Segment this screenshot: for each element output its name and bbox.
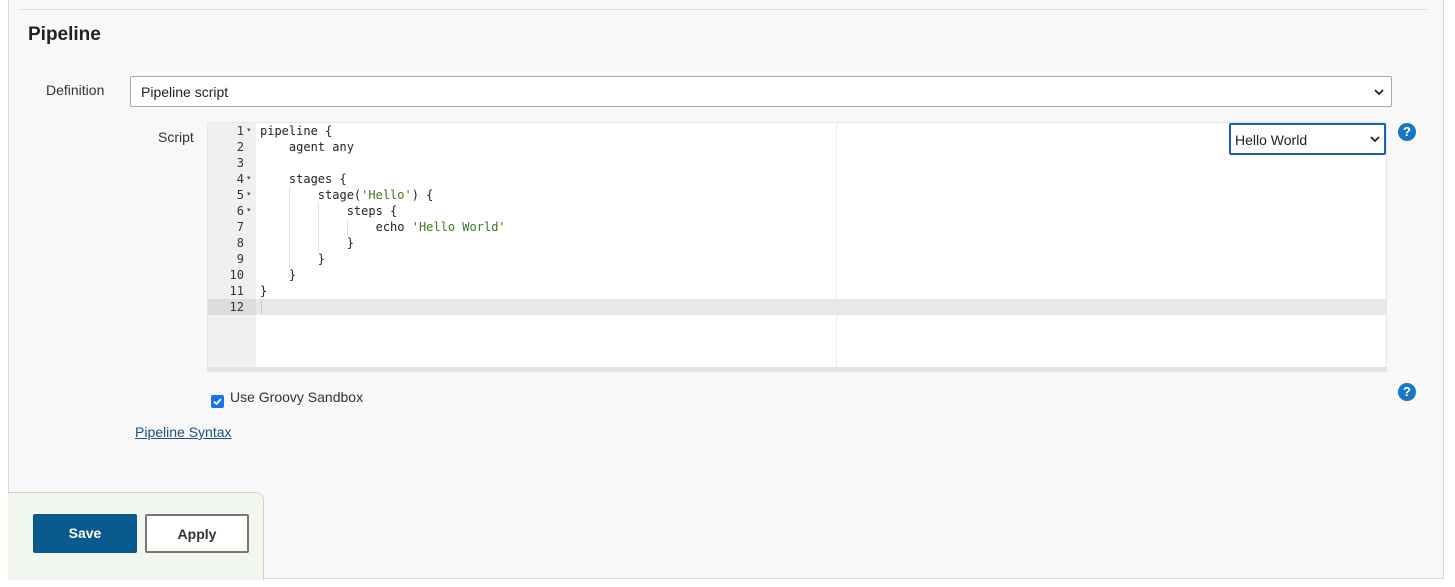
sandbox-label[interactable]: Use Groovy Sandbox — [230, 389, 363, 405]
line-number: 9 — [236, 252, 244, 266]
help-icon[interactable]: ? — [1398, 123, 1416, 141]
sandbox-checkbox[interactable] — [211, 395, 224, 408]
line-number: 5 — [236, 188, 244, 202]
divider — [20, 9, 1427, 10]
fold-arrow-icon[interactable]: ▾ — [247, 203, 251, 219]
pipeline-syntax-link[interactable]: Pipeline Syntax — [135, 424, 232, 440]
code-line: } — [260, 268, 297, 282]
code-line: } — [260, 236, 354, 250]
script-editor[interactable]: 1 ▾ pipeline {2 agent any 3 4 ▾ stages {5 ▾ st… — [207, 122, 1387, 372]
code-line: } — [260, 252, 326, 266]
code-line: pipeline { — [260, 124, 333, 138]
code-line: stage('Hello') { — [260, 188, 434, 202]
line-number: 11 — [229, 284, 244, 298]
code-line: agent any — [260, 140, 354, 154]
line-number: 2 — [236, 140, 244, 154]
line-number: 6 — [236, 204, 244, 218]
editor-resize-bar[interactable] — [208, 367, 1386, 371]
line-number: 4 — [236, 172, 244, 186]
code-line: steps { — [260, 204, 398, 218]
help-icon[interactable]: ? — [1398, 383, 1416, 401]
script-label: Script — [158, 129, 194, 145]
line-number: 12 — [229, 300, 244, 314]
line-number: 3 — [236, 156, 244, 170]
string-literal: 'Hello World' — [411, 220, 506, 234]
text-cursor — [261, 300, 262, 314]
sample-script-value: Hello World — [1235, 132, 1308, 148]
line-number: 1 — [236, 124, 244, 138]
fold-arrow-icon[interactable]: ▾ — [247, 171, 251, 187]
line-number: 7 — [236, 220, 244, 234]
code-line: } — [260, 284, 268, 298]
definition-select[interactable]: Pipeline script — [130, 76, 1392, 107]
save-button[interactable]: Save — [33, 514, 137, 553]
string-literal: 'Hello' — [361, 188, 412, 202]
line-number: 8 — [236, 236, 244, 250]
sample-script-select[interactable]: Hello World — [1229, 123, 1386, 155]
code-line: stages { — [260, 172, 347, 186]
line-number: 10 — [229, 268, 244, 282]
apply-button[interactable]: Apply — [145, 514, 249, 553]
chevron-down-icon — [1374, 88, 1384, 95]
print-margin — [836, 123, 837, 371]
checkmark-icon — [213, 398, 222, 406]
definition-select-value: Pipeline script — [141, 84, 229, 100]
active-line-highlight — [256, 299, 1386, 315]
fold-arrow-icon[interactable]: ▾ — [247, 187, 251, 203]
code-line: echo 'Hello World' — [260, 220, 506, 234]
section-title: Pipeline — [28, 24, 101, 45]
definition-label: Definition — [46, 82, 105, 98]
chevron-down-icon — [1370, 136, 1380, 143]
fold-arrow-icon[interactable]: ▾ — [247, 123, 251, 139]
